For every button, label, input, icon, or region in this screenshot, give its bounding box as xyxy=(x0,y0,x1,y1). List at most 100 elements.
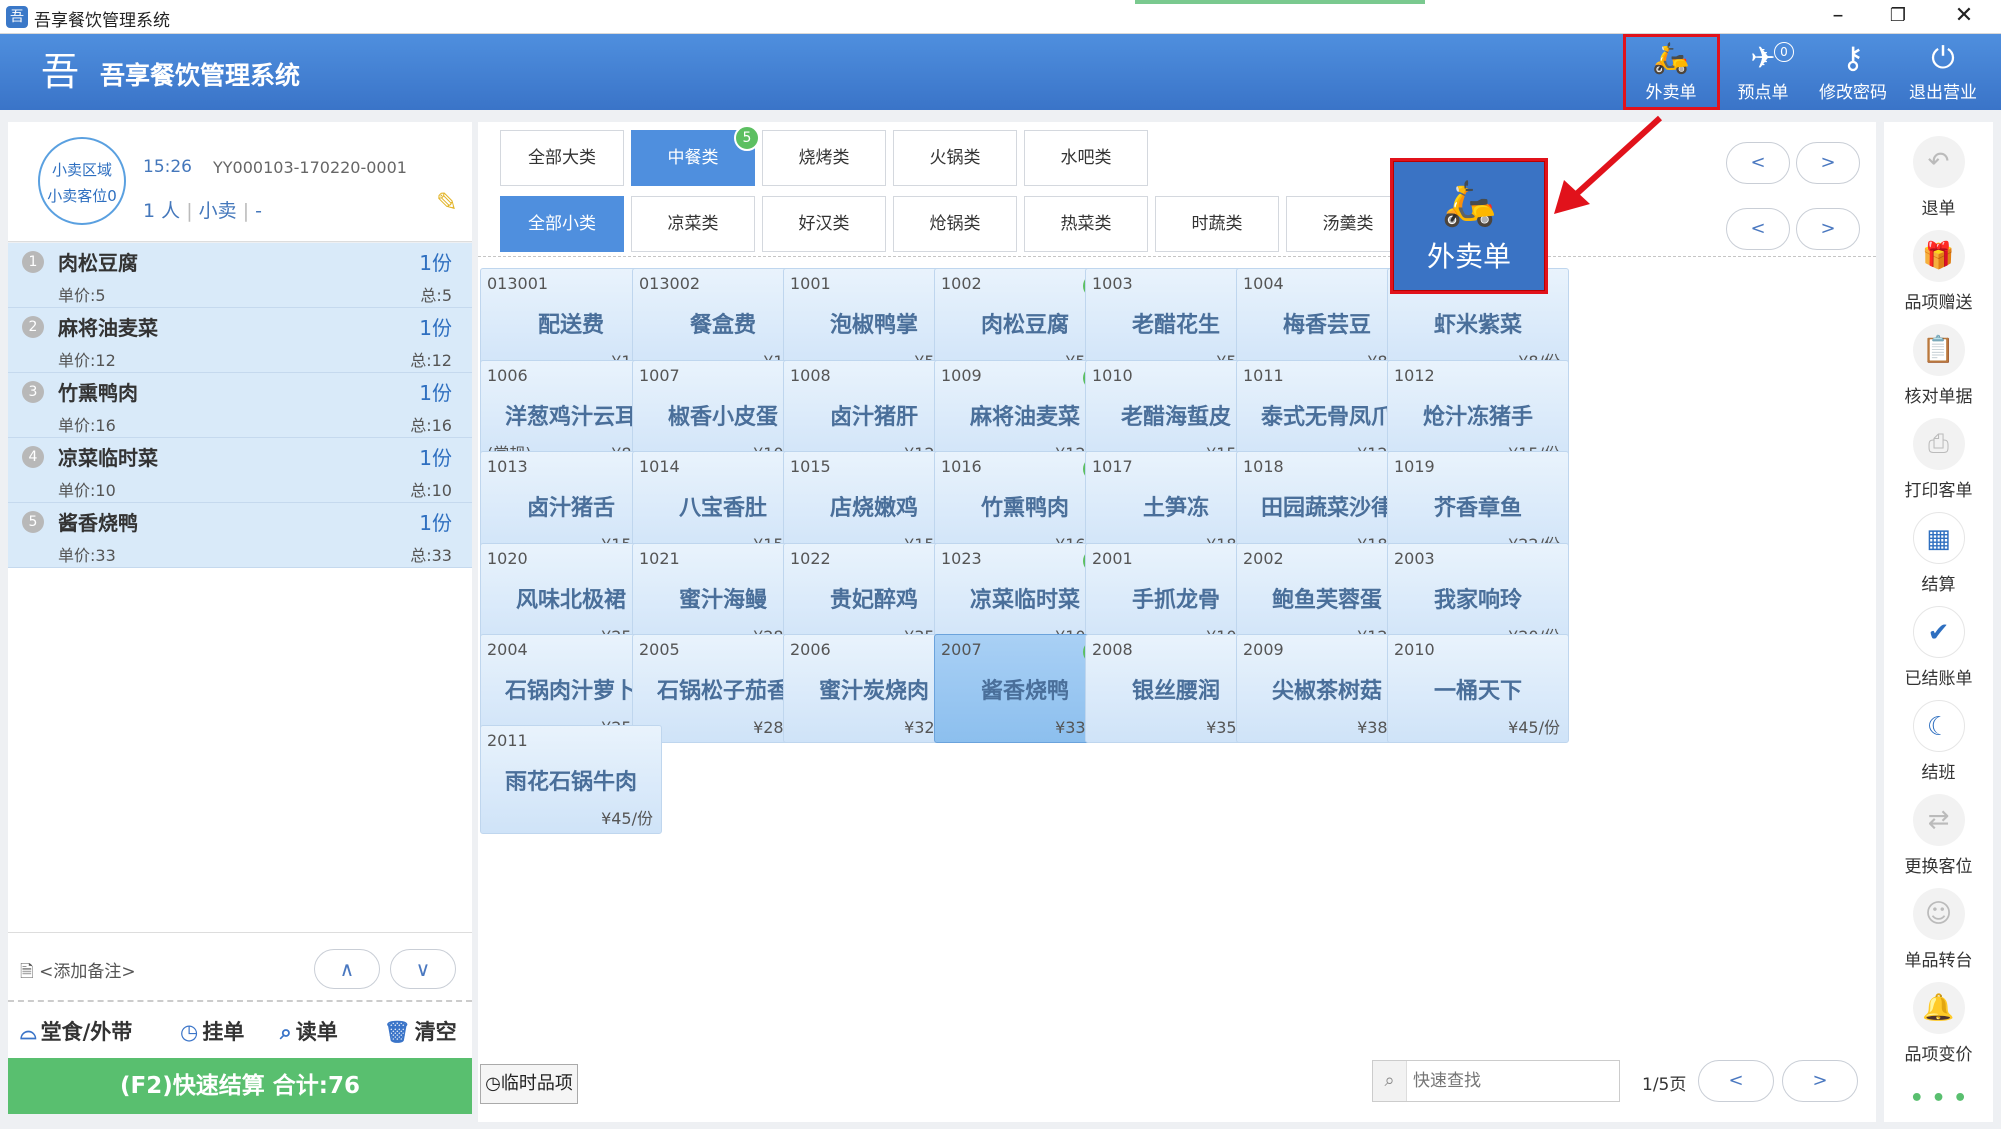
add-memo-link[interactable]: 🗎 <添加备注> xyxy=(20,957,136,988)
sidebar-button-gift[interactable]: 🎁 品项赠送 xyxy=(1884,230,1993,320)
order-time: 15:26 xyxy=(143,157,192,177)
order-item[interactable]: 4 凉菜临时菜 1份 单价:10 总:10 xyxy=(8,438,472,503)
takeout-callout: 🛵 外卖单 xyxy=(1390,158,1548,294)
dish-name: 雨花石锅牛肉 xyxy=(504,770,637,795)
tab-haohan[interactable]: 好汉类 xyxy=(762,196,886,252)
dish-code: 1001 xyxy=(790,274,831,293)
order-meta: 1 人 | 小卖 | - xyxy=(143,200,263,222)
tab-hot-dishes[interactable]: 热菜类 xyxy=(1024,196,1148,252)
sub-next-button[interactable]: > xyxy=(1796,208,1860,250)
temp-item-button[interactable]: ◷临时品项 xyxy=(480,1064,578,1104)
change-password-button[interactable]: ⚷ 修改密码 xyxy=(1808,36,1898,108)
order-item[interactable]: 3 竹熏鸭肉 1份 单价:16 总:16 xyxy=(8,373,472,438)
tab-chinese[interactable]: 中餐类 5 xyxy=(631,125,760,186)
sidebar-button-undo[interactable]: ↶ 退单 xyxy=(1884,136,1993,226)
quick-search: ⌕ xyxy=(1372,1060,1620,1102)
dish-code: 2008 xyxy=(1092,640,1133,659)
tab-qiangguo[interactable]: 炝锅类 xyxy=(893,196,1017,252)
dish-code: 1017 xyxy=(1092,457,1133,476)
sidebar-label: 品项变价 xyxy=(1904,1045,1973,1065)
highlight-box xyxy=(1623,34,1720,110)
read-order-button[interactable]: ⌕ 读单 xyxy=(280,1016,338,1046)
dish-code: 1018 xyxy=(1243,457,1284,476)
dish-code: 2010 xyxy=(1394,640,1435,659)
moon-icon: ☾ xyxy=(1912,700,1965,752)
search-icon: ⌕ xyxy=(280,1020,292,1044)
sidebar-button-bell[interactable]: 🔔 品项变价 xyxy=(1884,982,1993,1072)
scroll-up-button[interactable]: ∧ xyxy=(314,949,380,989)
dish-code: 1019 xyxy=(1394,457,1435,476)
quick-checkout-button[interactable]: (F2)快速结算 合计:76 xyxy=(8,1058,472,1114)
search-icon: ⌕ xyxy=(1373,1061,1407,1101)
close-button[interactable]: ✕ xyxy=(1934,0,1994,34)
dish-name: 一桶天下 xyxy=(1433,679,1522,704)
sidebar-button-user-transfer[interactable]: ☺ 单品转台 xyxy=(1884,888,1993,978)
order-item[interactable]: 5 酱香烧鸭 1份 单价:33 总:33 xyxy=(8,503,472,568)
dish-code: 1013 xyxy=(487,457,528,476)
tab-all-sub[interactable]: 全部小类 xyxy=(500,196,624,252)
sidebar-button-checked-clipboard[interactable]: ✔ 已结账单 xyxy=(1884,606,1993,696)
window-titlebar: 吾 吾享餐饮管理系统 – ❐ ✕ xyxy=(0,0,2001,34)
dish-name: 芥香章鱼 xyxy=(1433,496,1522,521)
order-number: YY000103-170220-0001 xyxy=(213,158,407,177)
dish-code: 1014 xyxy=(639,457,680,476)
scooter-icon: 🛵 xyxy=(1441,178,1497,229)
more-options-icon[interactable]: • • • xyxy=(1884,1086,1993,1111)
tab-bbq[interactable]: 烧烤类 xyxy=(762,130,886,186)
sidebar-button-calculator[interactable]: ▦ 结算 xyxy=(1884,512,1993,602)
seat-badge[interactable]: 小卖区域 小卖客位0 xyxy=(38,137,126,225)
edit-pencil-icon[interactable]: ✎ xyxy=(436,188,458,218)
tab-drinks[interactable]: 水吧类 xyxy=(1024,130,1148,186)
dish-card[interactable]: 2010 一桶天下 ¥45/份 xyxy=(1387,634,1569,743)
scroll-down-button[interactable]: ∨ xyxy=(390,949,456,989)
tab-all-main[interactable]: 全部大类 xyxy=(500,130,624,186)
dish-code: 2006 xyxy=(790,640,831,659)
dish-code: 2002 xyxy=(1243,549,1284,568)
main-prev-button[interactable]: < xyxy=(1726,142,1790,184)
sidebar-button-clipboard[interactable]: 📋 核对单据 xyxy=(1884,324,1993,414)
main-next-button[interactable]: > xyxy=(1796,142,1860,184)
page-next-button[interactable]: > xyxy=(1782,1060,1858,1102)
order-item[interactable]: 1 肉松豆腐 1份 单价:5 总:5 xyxy=(8,243,472,308)
dish-code: 2011 xyxy=(487,731,528,750)
order-item[interactable]: 2 麻将油麦菜 1份 单价:12 总:12 xyxy=(8,308,472,373)
sidebar-label: 已结账单 xyxy=(1904,669,1973,689)
hold-order-button[interactable]: ◷ 挂单 xyxy=(180,1016,244,1046)
menu-area: 全部大类 中餐类 5 烧烤类 火锅类 水吧类 < > 全部小类 凉菜类 好汉类 … xyxy=(478,122,1876,1122)
order-item-list: 1 肉松豆腐 1份 单价:5 总:5 2 麻将油麦菜 1份 单价:12 总:12… xyxy=(8,243,472,933)
dine-in-takeaway-button[interactable]: ⌓ 堂食/外带 xyxy=(20,1016,132,1046)
sidebar-button-moon[interactable]: ☾ 结班 xyxy=(1884,700,1993,790)
page-prev-button[interactable]: < xyxy=(1698,1060,1774,1102)
dish-code: 1022 xyxy=(790,549,831,568)
dish-code: 1008 xyxy=(790,366,831,385)
dish-card[interactable]: 2011 雨花石锅牛肉 ¥45/份 xyxy=(480,725,662,834)
dish-code: 2004 xyxy=(487,640,528,659)
dish-name: 炝汁冻猪手 xyxy=(1422,405,1533,430)
swap-icon: ⇄ xyxy=(1912,794,1965,846)
minimize-button[interactable]: – xyxy=(1808,0,1868,34)
clear-button[interactable]: 🗑 清空 xyxy=(384,1016,457,1046)
right-sidebar: ↶ 退单 🎁 品项赠送 📋 核对单据 ⎙ 打印客单 ▦ 结算 ✔ 已结账单 ☾ 结班 ⇄ 更换客位 ☺ 单品转台 🔔… xyxy=(1884,122,1993,1122)
sidebar-button-swap[interactable]: ⇄ 更换客位 xyxy=(1884,794,1993,884)
sub-prev-button[interactable]: < xyxy=(1726,208,1790,250)
key-icon: ⚷ xyxy=(1842,41,1864,76)
tab-hotpot[interactable]: 火锅类 xyxy=(893,130,1017,186)
app-icon: 吾 xyxy=(6,6,28,28)
pre-order-button[interactable]: ✈ 预点单 0 xyxy=(1718,36,1808,108)
close-business-button[interactable]: ⏻ 退出营业 xyxy=(1898,36,1988,108)
tab-vegetables[interactable]: 时蔬类 xyxy=(1155,196,1279,252)
search-input[interactable] xyxy=(1413,1069,1613,1093)
page-indicator: 1/5页 xyxy=(1642,1075,1687,1095)
order-panel: 小卖区域 小卖客位0 15:26 YY000103-170220-0001 1 … xyxy=(8,122,472,1122)
dish-code: 1004 xyxy=(1243,274,1284,293)
brand-logo: 吾 xyxy=(40,50,79,94)
printer-icon: ⎙ xyxy=(1912,418,1965,470)
sidebar-button-printer[interactable]: ⎙ 打印客单 xyxy=(1884,418,1993,508)
pre-order-badge: 0 xyxy=(1774,42,1794,62)
trash-icon: 🗑 xyxy=(384,1020,411,1044)
window-title: 吾享餐饮管理系统 xyxy=(34,11,170,31)
callout-arrow xyxy=(1554,115,1663,214)
maximize-button[interactable]: ❐ xyxy=(1868,0,1928,34)
dish-code: 1020 xyxy=(487,549,528,568)
tab-cold-dishes[interactable]: 凉菜类 xyxy=(631,196,755,252)
